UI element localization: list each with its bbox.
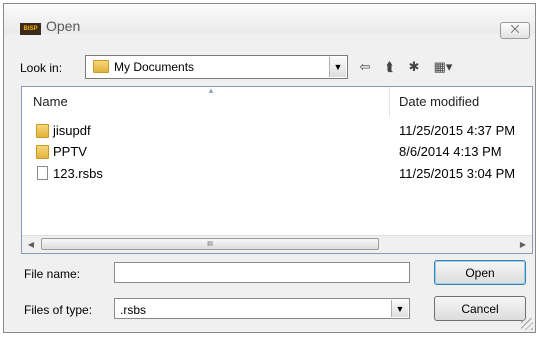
folder-icon <box>36 124 49 138</box>
back-arrow-icon: ⇦ <box>359 59 371 74</box>
scroll-thumb[interactable]: III <box>41 238 379 250</box>
close-button[interactable]: ⨉ <box>500 22 530 39</box>
chevron-down-icon[interactable]: ▼ <box>329 57 346 77</box>
look-in-dropdown[interactable]: My Documents ▼ <box>85 55 348 79</box>
back-button[interactable]: ⇦ <box>357 58 373 76</box>
look-in-label: Look in: <box>20 61 63 75</box>
item-date: 11/25/2015 3:04 PM <box>399 166 516 181</box>
dialog-title: Open <box>46 18 81 34</box>
file-icon <box>37 166 48 180</box>
file-list[interactable]: Name ▲ Date modified jisupdf 11/25/2015 … <box>21 86 533 254</box>
view-menu-icon: ▦▾ <box>433 59 453 74</box>
open-button[interactable]: Open <box>434 260 526 285</box>
column-header-date[interactable]: Date modified <box>390 87 532 117</box>
list-item[interactable]: jisupdf 11/25/2015 4:37 PM <box>22 120 532 140</box>
list-item[interactable]: PPTV 8/6/2014 4:13 PM <box>22 141 532 161</box>
file-name-label: File name: <box>24 267 81 281</box>
cancel-button[interactable]: Cancel <box>434 296 526 321</box>
resize-grip-icon[interactable] <box>521 318 533 330</box>
scroll-right-icon[interactable]: ▶ <box>516 238 530 251</box>
open-dialog: BISP Open ⨉ Look in: My Documents ▼ ⇦ ⮬ … <box>3 3 536 333</box>
scroll-left-icon[interactable]: ◀ <box>24 238 38 251</box>
folder-icon <box>36 145 49 159</box>
file-name-input[interactable] <box>114 262 410 283</box>
sort-ascending-icon: ▲ <box>207 86 215 95</box>
file-type-label: Files of type: <box>24 303 93 317</box>
item-date: 11/25/2015 4:37 PM <box>399 123 516 138</box>
file-type-dropdown[interactable]: .rsbs ▼ <box>114 298 410 319</box>
item-name: 123.rsbs <box>53 166 103 181</box>
column-name-label: Name <box>33 94 68 109</box>
scroll-grip-icon: III <box>207 240 213 248</box>
folder-icon <box>93 60 109 73</box>
folder-up-icon: ⮬ <box>386 59 394 74</box>
close-icon: ⨉ <box>510 24 520 36</box>
item-name: jisupdf <box>53 123 91 138</box>
new-folder-button[interactable]: ✱ <box>405 58 423 76</box>
look-in-value: My Documents <box>114 60 195 74</box>
title-bar: BISP Open ⨉ <box>4 4 535 39</box>
up-one-level-button[interactable]: ⮬ <box>381 58 399 76</box>
app-icon: BISP <box>20 23 41 35</box>
horizontal-scrollbar[interactable]: ◀ III ▶ <box>22 235 532 253</box>
column-header-name[interactable]: Name ▲ <box>22 87 390 117</box>
file-type-value: .rsbs <box>120 303 147 317</box>
item-name: PPTV <box>53 144 87 159</box>
list-item[interactable]: 123.rsbs 11/25/2015 3:04 PM <box>22 163 532 183</box>
chevron-down-icon[interactable]: ▼ <box>391 300 408 317</box>
item-date: 8/6/2014 4:13 PM <box>399 144 502 159</box>
new-folder-icon: ✱ <box>408 59 420 74</box>
view-menu-button[interactable]: ▦▾ <box>430 58 456 76</box>
